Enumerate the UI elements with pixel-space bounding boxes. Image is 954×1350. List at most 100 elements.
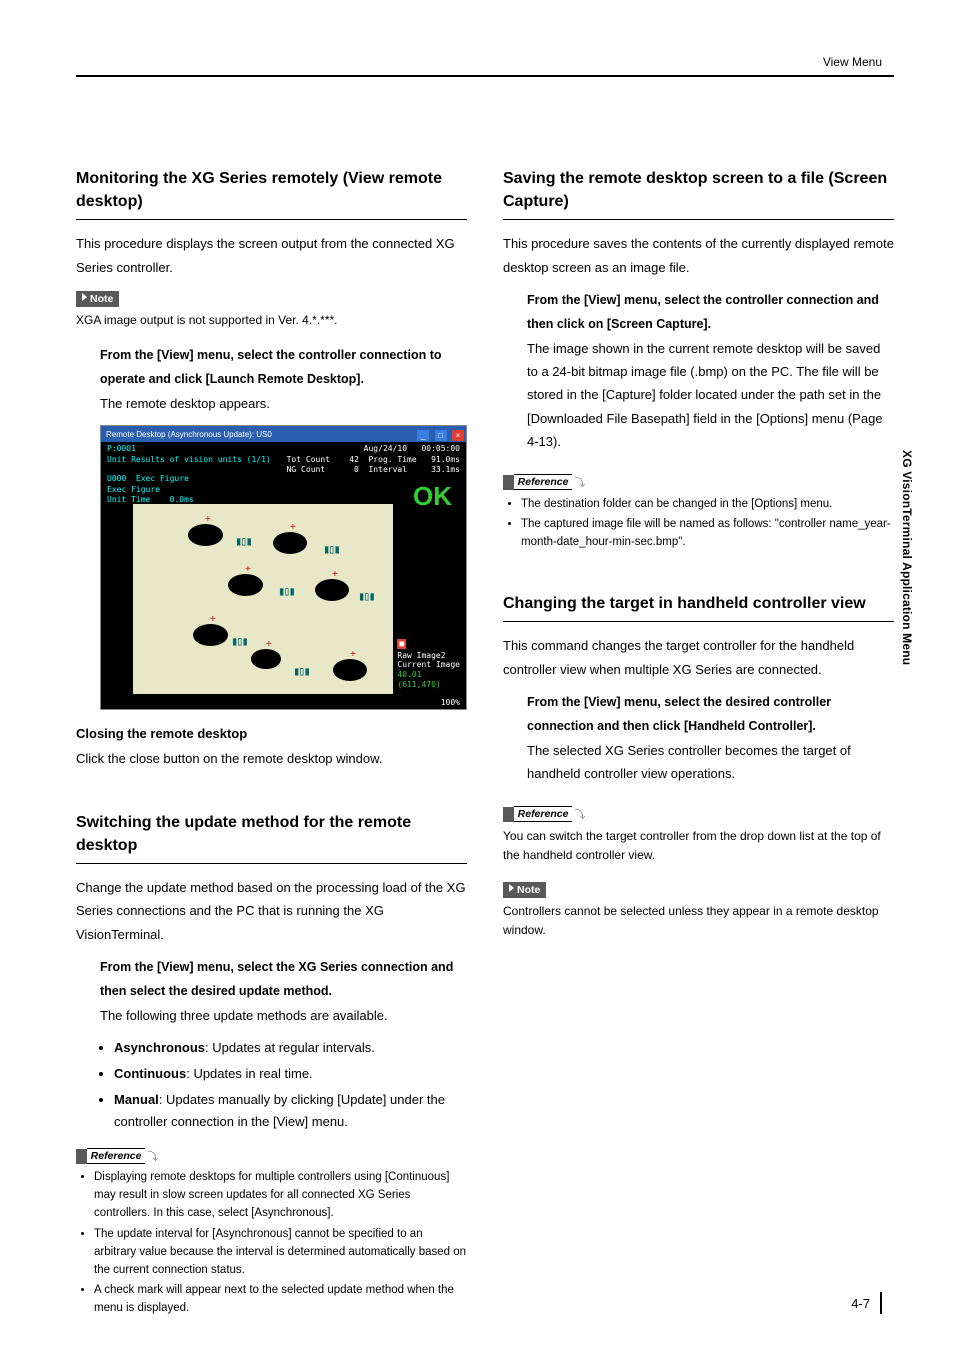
blob-icon [333,659,367,681]
reference-tag: Reference⤵ [503,474,587,492]
step-body: The selected XG Series controller become… [527,739,894,786]
list-item: Manual: Updates manually by clicking [Up… [114,1089,467,1133]
sec-changing-target-intro: This command changes the target controll… [503,634,894,681]
step-head: From the [View] menu, select the desired… [527,691,894,739]
method-desc: : Updates in real time. [186,1066,312,1081]
method-name: Continuous [114,1066,186,1081]
step-launch-remote: From the [View] menu, select the control… [100,344,467,415]
page-flip-icon: ⤵ [572,474,587,490]
list-item: A check mark will appear next to the sel… [94,1282,467,1318]
pattern-icon: ▮▯▮ [235,534,251,548]
blob-icon [228,574,263,596]
header-rule [76,75,894,77]
step-body: The remote desktop appears. [100,392,467,415]
step-body: The image shown in the current remote de… [527,337,894,454]
body-columns: Monitoring the XG Series remotely (View … [76,167,894,1321]
sec-switching-intro: Change the update method based on the pr… [76,876,467,946]
window-titlebar: Remote Desktop (Asynchronous Update): US… [101,426,466,442]
sec-saving-intro: This procedure saves the contents of the… [503,232,894,279]
blob-icon [193,624,228,646]
blob-icon [251,649,281,669]
fig-left-stats: U000 Exec Figure Exec Figure Unit Time 0… [107,474,194,505]
list-item: The destination folder can be changed in… [521,496,894,514]
sec-changing-target-title: Changing the target in handheld controll… [503,592,894,622]
pattern-icon: ▮▯▮ [323,542,339,556]
pattern-icon: ▮▯▮ [293,664,309,678]
closing-body: Click the close button on the remote des… [76,747,467,770]
fig-rside-lines: Raw Image2 Current Image [397,651,460,670]
step-handheld: From the [View] menu, select the desired… [527,691,894,785]
reference-box-icon [503,475,514,490]
note-callout: Note [76,291,119,307]
closing-subhead: Closing the remote desktop [76,726,467,741]
note-text: Controllers cannot be selected unless th… [503,902,894,940]
pattern-icon: ▮▯▮ [358,589,374,603]
list-item: The update interval for [Asynchronous] c… [94,1226,467,1279]
fig-right-side: ■ Raw Image2 Current Image 40.01 (611,47… [397,639,460,689]
cross-icon: + [266,639,272,650]
right-column: Saving the remote desktop screen to a fi… [503,167,894,1321]
fig-top-left: P:0001 Unit Results of vision units (1/1… [107,444,271,475]
step-body: The following three update methods are a… [100,1004,467,1027]
list-item: Continuous: Updates in real time. [114,1063,467,1085]
method-desc: : Updates at regular intervals. [205,1040,375,1055]
fig-top-info: P:0001 Unit Results of vision units (1/1… [107,444,460,475]
note-label: Note [90,293,113,305]
fig-rside-green: 40.01 (611,470) [397,670,440,689]
reference-box-icon [503,807,514,822]
reference-box-icon [76,1149,87,1164]
page-header: View Menu [76,55,894,77]
triangle-icon [509,884,514,892]
footer-bar-icon [880,1292,882,1314]
page-flip-icon: ⤵ [572,806,587,822]
side-tab-label: XG VisionTerminal Application Menu [900,450,914,665]
pattern-icon: ▮▯▮ [278,584,294,598]
note-text: XGA image output is not supported in Ver… [76,311,467,330]
reference-label: Reference [514,806,573,822]
reference-label: Reference [514,474,573,490]
sec-switching-title: Switching the update method for the remo… [76,811,467,864]
sec-saving-title: Saving the remote desktop screen to a fi… [503,167,894,220]
fig-top-right: Aug/24/10 00:05:00 Tot Count 42 Prog. Ti… [287,444,460,475]
close-icon[interactable]: × [452,430,464,441]
flag-icon: ■ [397,639,406,649]
header-section-label: View Menu [76,55,894,69]
blob-icon [273,532,307,554]
step-update-method: From the [View] menu, select the XG Seri… [100,956,467,1027]
left-column: Monitoring the XG Series remotely (View … [76,167,467,1321]
figure-remote-desktop: Remote Desktop (Asynchronous Update): US… [100,425,467,710]
reference-list: Displaying remote desktops for multiple … [94,1169,467,1318]
triangle-icon [82,293,87,301]
list-item: Asynchronous: Updates at regular interva… [114,1037,467,1059]
fig-ok-badge: OK [413,481,452,512]
cross-icon: + [205,514,211,525]
update-methods-list: Asynchronous: Updates at regular interva… [114,1037,467,1133]
list-item: The captured image file will be named as… [521,516,894,552]
window-title: Remote Desktop (Asynchronous Update): US… [103,430,272,439]
fig-zoom-pct: 100% [441,698,460,707]
maximize-icon[interactable]: □ [435,430,447,441]
page-number: 4-7 [851,1296,870,1311]
fig-unit-results: Unit Results of vision units (1/1) [107,455,271,465]
step-head: From the [View] menu, select the XG Seri… [100,956,467,1004]
minimize-icon[interactable]: _ [417,430,429,441]
note-label: Note [517,884,540,896]
sec-monitoring-title: Monitoring the XG Series remotely (View … [76,167,467,220]
reference-list: The destination folder can be changed in… [521,496,894,552]
page-footer: 4-7 [851,1292,882,1314]
cross-icon: + [290,522,296,533]
step-head: From the [View] menu, select the control… [527,289,894,337]
method-name: Manual [114,1092,159,1107]
step-head: From the [View] menu, select the control… [100,344,467,392]
reference-text: You can switch the target controller fro… [503,827,894,865]
cross-icon: + [332,569,338,580]
cross-icon: + [245,564,251,575]
fig-canvas: + + + + + + + ▮▯▮ ▮▯▮ ▮▯▮ ▮▯▮ ▮▯▮ ▮▯▮ [133,504,393,694]
page: View Menu XG VisionTerminal Application … [0,0,954,1350]
cross-icon: + [350,649,356,660]
reference-tag: Reference⤵ [503,805,587,823]
cross-icon: + [210,614,216,625]
page-flip-icon: ⤵ [145,1148,160,1164]
blob-icon [188,524,223,546]
blob-icon [315,579,349,601]
